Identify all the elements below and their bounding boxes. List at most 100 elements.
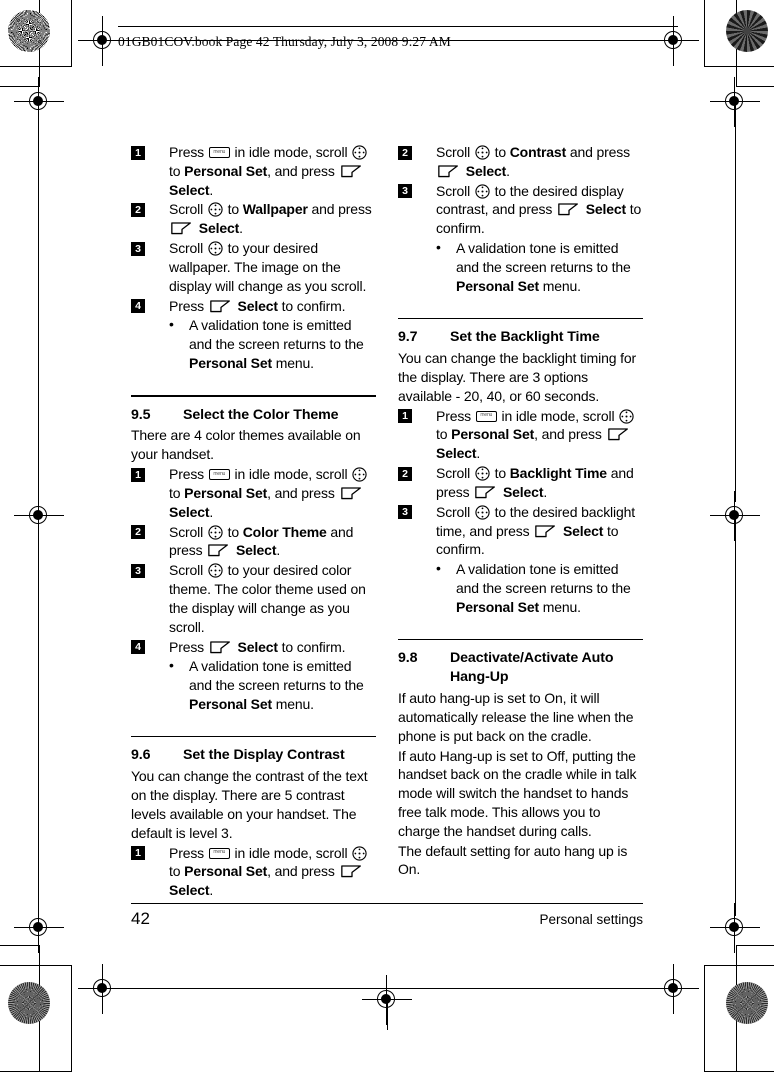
list-item: 1 Press in idle mode, scroll to Personal… bbox=[131, 143, 376, 199]
step-text: Scroll to your desired color theme. The … bbox=[169, 562, 366, 635]
edge-guide-bottom bbox=[119, 988, 679, 989]
right-column: 2 Scroll to Contrast and press Select. 3… bbox=[398, 143, 643, 902]
section-intro: You can change the backlight timing for … bbox=[398, 350, 637, 404]
page-content: 1 Press in idle mode, scroll to Personal… bbox=[131, 143, 643, 902]
navigation-scroll-key-icon bbox=[475, 505, 490, 520]
section-title: Set the Backlight Time bbox=[450, 329, 600, 346]
header-filename-text: 01GB01COV.book Page 42 Thursday, July 3,… bbox=[118, 34, 451, 49]
list-item: 3 Scroll to your desired wallpaper. The … bbox=[131, 239, 376, 295]
section-intro: There are 4 color themes available on yo… bbox=[131, 427, 361, 463]
color-theme-steps-list: 1 Press in idle mode, scroll to Personal… bbox=[131, 465, 376, 656]
menu-key-icon bbox=[208, 847, 230, 859]
navigation-scroll-key-icon bbox=[475, 466, 490, 481]
trim-box-top-left-outer bbox=[0, 0, 40, 87]
list-item: A validation tone is emitted and the scr… bbox=[398, 238, 643, 295]
bullet-text: A validation tone is emitted and the scr… bbox=[189, 317, 364, 372]
emphasis-text: Personal Set bbox=[189, 355, 273, 372]
emphasis-text: Select bbox=[465, 162, 507, 179]
emphasis-text: Select bbox=[585, 201, 627, 218]
step-text: Scroll to Color Theme and press Select. bbox=[169, 523, 354, 559]
emphasis-text: Contrast bbox=[509, 144, 567, 160]
registration-target-icon-tl bbox=[78, 16, 128, 66]
section-divider bbox=[398, 317, 643, 320]
registration-target-icon-br2 bbox=[710, 903, 760, 953]
bullet-text: A validation tone is emitted and the scr… bbox=[189, 658, 364, 712]
bullet-text: A validation tone is emitted and the scr… bbox=[456, 561, 631, 615]
list-item: 4 Press Select to confirm. bbox=[131, 638, 376, 657]
list-item: 2 Scroll to Backlight Time and press Sel… bbox=[398, 464, 643, 502]
edge-guide-right-lower bbox=[735, 516, 736, 916]
section-heading: 9.7 Set the Backlight Time bbox=[398, 328, 643, 347]
header-divider bbox=[118, 26, 678, 27]
list-item: 4 Press Select to confirm. bbox=[131, 297, 376, 316]
section-divider bbox=[398, 638, 643, 641]
trim-box-bottom-right bbox=[704, 965, 774, 1072]
step-number: 2 bbox=[131, 202, 145, 217]
section-title: Select the Color Theme bbox=[183, 406, 339, 423]
emphasis-text: Select bbox=[235, 542, 277, 559]
registration-target-icon-bl bbox=[78, 964, 128, 1014]
navigation-scroll-key-icon bbox=[352, 845, 367, 861]
step-number: 3 bbox=[131, 241, 145, 256]
list-item: 3 Scroll to the desired display contrast… bbox=[398, 182, 643, 238]
trim-box-bottom-left-outer bbox=[0, 945, 40, 1072]
section-paragraph: If auto Hang-up is set to Off, putting t… bbox=[398, 747, 637, 839]
section-9-8: 9.8 Deactivate/Activate Auto Hang-Up If … bbox=[398, 638, 643, 880]
soft-key-select-icon bbox=[209, 640, 233, 655]
contrast-bullet-list: A validation tone is emitted and the scr… bbox=[398, 238, 643, 295]
section-divider bbox=[131, 394, 376, 397]
section-title: Set the Display Contrast bbox=[183, 747, 345, 764]
list-item: A validation tone is emitted and the scr… bbox=[131, 656, 376, 713]
soft-key-select-icon bbox=[340, 164, 364, 179]
emphasis-text: Personal Set bbox=[451, 426, 535, 443]
section-number: 9.6 bbox=[131, 747, 151, 764]
section-title-line-2: Hang-Up bbox=[450, 669, 509, 686]
edge-guide-bottom-center bbox=[387, 1000, 388, 1030]
registration-target-icon-tl2 bbox=[14, 77, 64, 127]
navigation-scroll-key-icon bbox=[352, 467, 367, 482]
emphasis-text: Select bbox=[562, 522, 604, 539]
edge-guide-left-lower bbox=[38, 516, 39, 916]
emphasis-text: Personal Set bbox=[189, 696, 273, 712]
navigation-scroll-key-icon bbox=[352, 145, 367, 160]
emphasis-text: Select bbox=[237, 638, 279, 655]
section-intro: You can change the contrast of the text … bbox=[131, 768, 368, 841]
page-header: 01GB01COV.book Page 42 Thursday, July 3,… bbox=[118, 26, 678, 50]
section-paragraph: The default setting for auto hang up is … bbox=[398, 842, 628, 878]
page-number: 42 bbox=[131, 909, 150, 929]
footer-chapter-label: Personal settings bbox=[539, 912, 643, 928]
section-heading: 9.5 Select the Color Theme bbox=[131, 406, 376, 425]
contrast-steps-list-left: 1 Press in idle mode, scroll to Personal… bbox=[131, 844, 376, 900]
navigation-scroll-key-icon bbox=[208, 524, 223, 540]
emphasis-text: Personal Set bbox=[456, 598, 540, 615]
section-number: 9.8 bbox=[398, 650, 418, 667]
soft-key-select-icon bbox=[474, 485, 498, 500]
contrast-steps-list-right: 2 Scroll to Contrast and press Select. 3… bbox=[398, 143, 643, 238]
soft-key-select-icon bbox=[534, 524, 558, 539]
registration-target-icon-bc bbox=[362, 975, 412, 1025]
registration-target-icon-mr bbox=[710, 491, 760, 541]
emphasis-text: Select bbox=[237, 297, 279, 314]
emphasis-text: Personal Set bbox=[184, 863, 268, 880]
emphasis-text: Select bbox=[436, 445, 477, 462]
section-9-5: 9.5 Select the Color Theme There are 4 c… bbox=[131, 394, 376, 714]
section-divider bbox=[131, 735, 376, 738]
emphasis-text: Select bbox=[169, 503, 210, 520]
soft-key-select-icon bbox=[437, 164, 461, 179]
trim-box-top-right bbox=[704, 0, 774, 67]
emphasis-text: Select bbox=[169, 181, 210, 198]
menu-key-icon bbox=[475, 410, 497, 422]
list-item: 2 Scroll to Color Theme and press Select… bbox=[131, 523, 376, 561]
soft-key-select-icon bbox=[557, 202, 581, 217]
emphasis-text: Wallpaper bbox=[242, 201, 308, 218]
registration-target-icon-bl2 bbox=[14, 903, 64, 953]
step-text: Scroll to Contrast and press Select. bbox=[436, 144, 630, 179]
soft-key-select-icon bbox=[607, 427, 631, 442]
trim-box-bottom-left bbox=[0, 965, 72, 1072]
backlight-bullet-list: A validation tone is emitted and the scr… bbox=[398, 559, 643, 616]
navigation-scroll-key-icon bbox=[208, 563, 223, 578]
emphasis-text: Personal Set bbox=[184, 162, 268, 179]
step-text: Press in idle mode, scroll to Personal S… bbox=[436, 408, 635, 462]
step-number: 1 bbox=[131, 846, 145, 861]
soft-key-select-icon bbox=[340, 864, 364, 879]
